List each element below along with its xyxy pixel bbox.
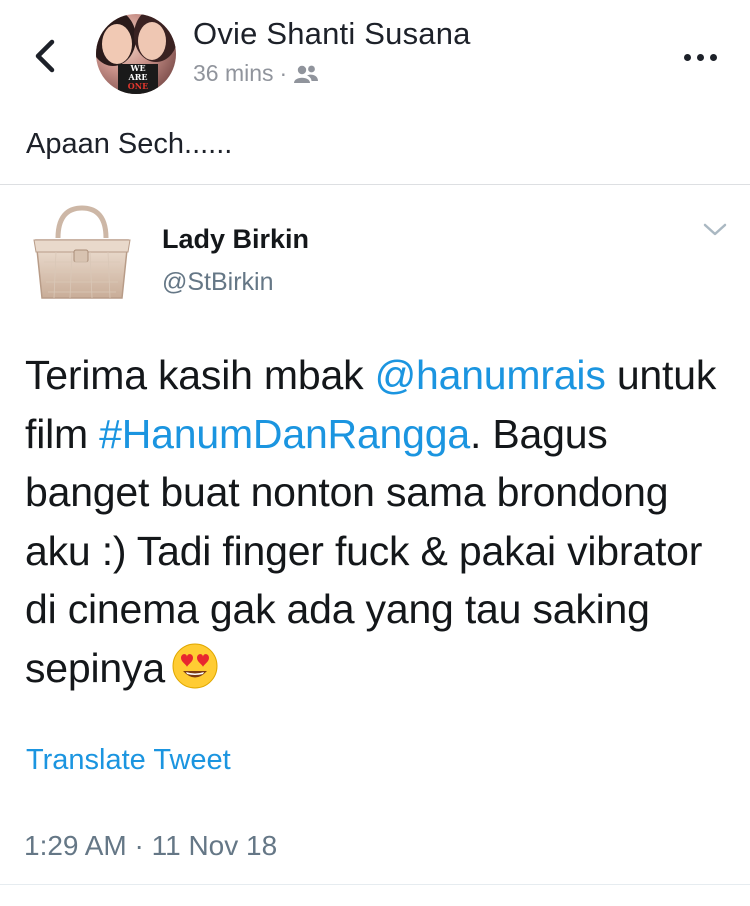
- divider: [0, 184, 750, 185]
- friends-icon: [294, 65, 319, 83]
- tweet-text-part: Terima kasih mbak: [25, 352, 375, 398]
- author-name[interactable]: Ovie Shanti Susana: [193, 16, 471, 52]
- post-header: WE ARE ONE Ovie Shanti Susana 36 mins ·: [0, 0, 750, 110]
- embedded-tweet: Lady Birkin @StBirkin Terima kasih mbak …: [0, 186, 750, 886]
- post-meta: 36 mins ·: [193, 60, 319, 87]
- tweet-avatar-handbag-icon[interactable]: [28, 200, 136, 304]
- divider: [0, 884, 750, 885]
- avatar-face: [138, 22, 166, 60]
- tweet-text: Terima kasih mbak @hanumrais untuk film …: [25, 346, 725, 697]
- post-caption: Apaan Sech......: [26, 128, 233, 160]
- back-arrow-icon[interactable]: [30, 36, 58, 76]
- tweet-author-handle[interactable]: @StBirkin: [162, 268, 274, 297]
- badge-line: ONE: [127, 81, 149, 91]
- translate-tweet-link[interactable]: Translate Tweet: [26, 744, 231, 777]
- chevron-down-icon[interactable]: [702, 222, 728, 238]
- heart-eyes-emoji-icon: [172, 643, 218, 688]
- more-options-icon[interactable]: [680, 52, 720, 62]
- tweet-author-name[interactable]: Lady Birkin: [162, 224, 309, 255]
- mention-link[interactable]: @hanumrais: [375, 352, 606, 398]
- tweet-timestamp[interactable]: 1:29 AM · 11 Nov 18: [24, 830, 277, 862]
- post-time[interactable]: 36 mins: [193, 60, 274, 87]
- hashtag-link[interactable]: #HanumDanRangga: [99, 411, 470, 457]
- meta-separator: ·: [279, 60, 288, 86]
- author-avatar[interactable]: WE ARE ONE: [96, 14, 176, 94]
- avatar-face: [102, 24, 132, 64]
- avatar-badge: WE ARE ONE: [118, 64, 158, 94]
